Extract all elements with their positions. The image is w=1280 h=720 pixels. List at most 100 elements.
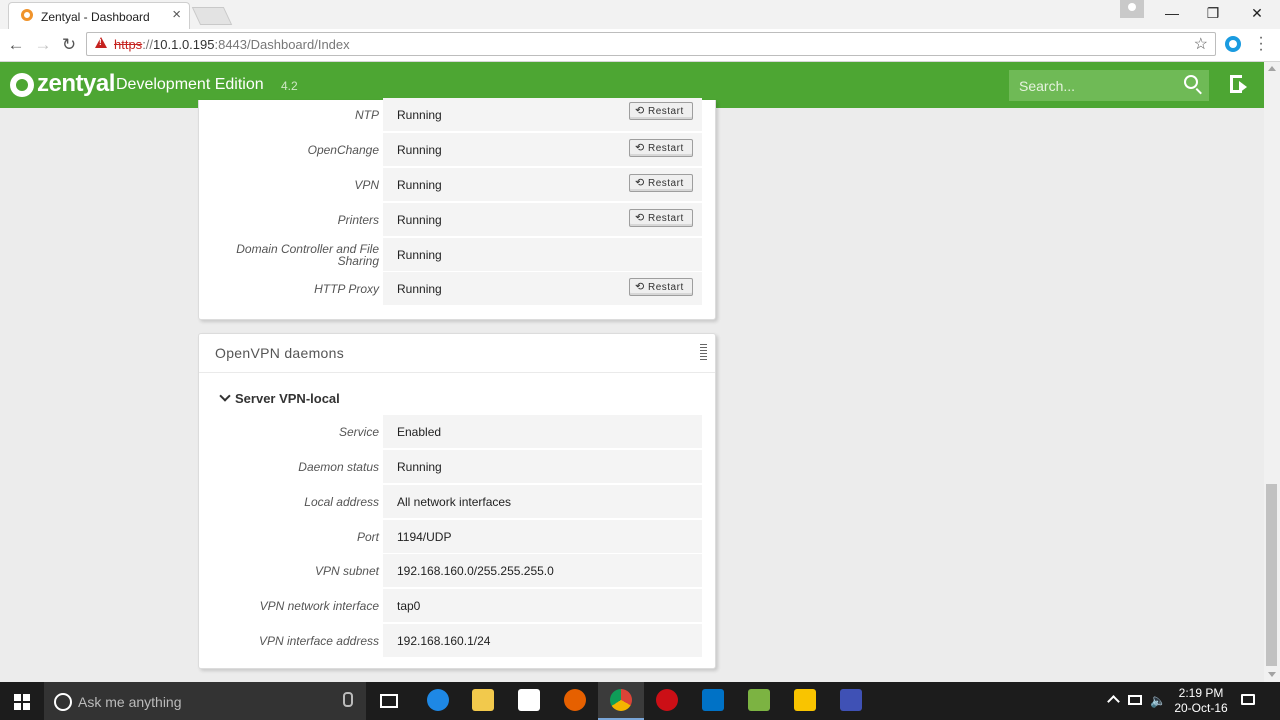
firefox-icon[interactable] <box>564 689 586 711</box>
scroll-up-arrow-icon[interactable] <box>1268 66 1276 71</box>
service-status: Running <box>397 248 442 262</box>
clock-time: 2:19 PM <box>1178 686 1224 700</box>
vpn-field-value: tap0 <box>397 599 421 613</box>
service-row-vpn: VPN Running ⟲ Restart <box>211 168 702 201</box>
edge-browser-icon[interactable] <box>427 689 449 711</box>
vpn-field-cell: 1194/UDP <box>383 520 702 553</box>
service-status: Running <box>397 282 442 296</box>
vpn-field-cell: All network interfaces <box>383 485 702 518</box>
restart-label: Restart <box>648 143 684 154</box>
close-window-button[interactable]: ✕ <box>1244 3 1270 23</box>
opera-icon[interactable] <box>656 689 678 711</box>
restart-button[interactable]: ⟲ Restart <box>629 278 693 296</box>
service-status: Running <box>397 143 442 157</box>
service-status-cell: Running ⟲ Restart <box>383 98 702 131</box>
reload-icon[interactable]: ↻ <box>59 35 79 55</box>
page-scrollbar[interactable] <box>1264 62 1280 682</box>
store-icon[interactable] <box>518 689 540 711</box>
vpn-field-cell: 192.168.160.1/24 <box>383 624 702 657</box>
service-row-http-proxy: HTTP Proxy Running ⟲ Restart <box>211 272 702 305</box>
restart-label: Restart <box>648 106 684 117</box>
vpn-field-label: VPN interface address <box>258 633 379 648</box>
server-section-toggle[interactable]: Server VPN-local <box>219 390 340 406</box>
notepad-plus-icon[interactable] <box>748 689 770 711</box>
vpn-field-label: Local address <box>304 494 379 509</box>
vpn-row-service: Service Enabled <box>211 415 702 448</box>
vpn-field-cell: Running <box>383 450 702 483</box>
new-tab-button[interactable] <box>191 7 233 25</box>
restart-button[interactable]: ⟲ Restart <box>629 102 693 120</box>
restart-icon: ⟲ <box>635 212 645 224</box>
windows-start-icon[interactable] <box>14 694 30 710</box>
chrome-menu-icon[interactable]: · · · <box>1256 30 1266 58</box>
tab-close-icon[interactable]: × <box>172 7 181 23</box>
search-icon[interactable] <box>1184 75 1198 89</box>
search-input[interactable] <box>1009 70 1209 101</box>
address-bar[interactable]: https://10.1.0.195:8443/Dashboard/Index … <box>86 32 1216 56</box>
service-name: NTP <box>355 107 379 122</box>
vpn-field-cell: tap0 <box>383 589 702 622</box>
restart-button[interactable]: ⟲ Restart <box>629 209 693 227</box>
browser-tab-active[interactable]: Zentyal - Dashboard × <box>8 2 190 29</box>
profile-avatar-icon[interactable] <box>1120 0 1144 18</box>
restart-label: Restart <box>648 213 684 224</box>
service-status-cell: Running <box>383 238 702 271</box>
outlook-icon[interactable] <box>702 689 724 711</box>
zentyal-logo-icon[interactable] <box>10 73 34 97</box>
logout-icon[interactable] <box>1230 75 1247 93</box>
microphone-icon[interactable] <box>343 692 353 707</box>
vpn-field-cell: Enabled <box>383 415 702 448</box>
vpn-row-daemon-status: Daemon status Running <box>211 450 702 483</box>
vpn-field-cell: 192.168.160.0/255.255.255.0 <box>383 554 702 587</box>
file-explorer-icon[interactable] <box>472 689 494 711</box>
vpn-field-value: Running <box>397 460 442 474</box>
service-status-cell: Running ⟲ Restart <box>383 272 702 305</box>
url-path: :8443/Dashboard/Index <box>214 37 350 52</box>
vpn-field-label: Daemon status <box>298 459 379 474</box>
service-status: Running <box>397 108 442 122</box>
restart-button[interactable]: ⟲ Restart <box>629 139 693 157</box>
network-app-icon[interactable] <box>840 689 862 711</box>
restart-icon: ⟲ <box>635 105 645 117</box>
vpn-field-label: VPN subnet <box>314 563 379 578</box>
vpn-field-value: Enabled <box>397 425 442 439</box>
forward-arrow-icon[interactable]: → <box>33 35 53 55</box>
bookmark-star-icon[interactable]: ☆ <box>1194 34 1208 54</box>
url-text: https://10.1.0.195:8443/Dashboard/Index <box>114 37 350 52</box>
service-name: Domain Controller and File Sharing <box>236 241 379 268</box>
cortana-icon <box>54 693 72 711</box>
url-separator: :// <box>142 37 154 52</box>
server-name: Server VPN-local <box>235 391 340 406</box>
system-clock[interactable]: 2:19 PM 20-Oct-16 <box>1168 686 1234 716</box>
virtualbox-vm-icon[interactable] <box>794 689 816 711</box>
service-name: Printers <box>337 212 379 227</box>
cortana-search-text: Ask me anything <box>78 694 182 710</box>
zentyal-logo-text[interactable]: zentyal <box>37 70 115 98</box>
restore-button[interactable]: ❐ <box>1200 3 1226 23</box>
back-arrow-icon[interactable]: ← <box>6 35 26 55</box>
task-view-icon[interactable] <box>380 694 398 708</box>
network-icon[interactable] <box>1128 695 1142 705</box>
drag-handle-icon[interactable] <box>700 344 707 362</box>
browser-toolbar: ← → ↻ https://10.1.0.195:8443/Dashboard/… <box>0 29 1280 62</box>
minimize-button[interactable]: — <box>1159 3 1185 23</box>
scroll-down-arrow-icon[interactable] <box>1268 672 1276 677</box>
scroll-thumb[interactable] <box>1266 484 1277 666</box>
tray-expand-chevron-icon[interactable] <box>1107 695 1120 708</box>
version-label: 4.2 <box>281 79 298 93</box>
url-host: 10.1.0.195 <box>153 37 215 52</box>
cortana-search-box[interactable]: Ask me anything <box>44 682 366 720</box>
chrome-icon[interactable] <box>610 689 632 711</box>
restart-button[interactable]: ⟲ Restart <box>629 174 693 192</box>
service-row-ntp: NTP Running ⟲ Restart <box>211 98 702 131</box>
service-status-cell: Running ⟲ Restart <box>383 133 702 166</box>
service-row-printers: Printers Running ⟲ Restart <box>211 203 702 236</box>
security-warning-icon <box>95 37 107 48</box>
service-name: VPN <box>354 177 379 192</box>
vpn-row-network-interface: VPN network interface tap0 <box>211 589 702 622</box>
extension-icon[interactable] <box>1225 36 1241 52</box>
vpn-field-value: All network interfaces <box>397 495 512 509</box>
restart-icon: ⟲ <box>635 142 645 154</box>
volume-icon[interactable]: 🔈 <box>1150 693 1166 709</box>
action-center-icon[interactable] <box>1241 694 1255 705</box>
